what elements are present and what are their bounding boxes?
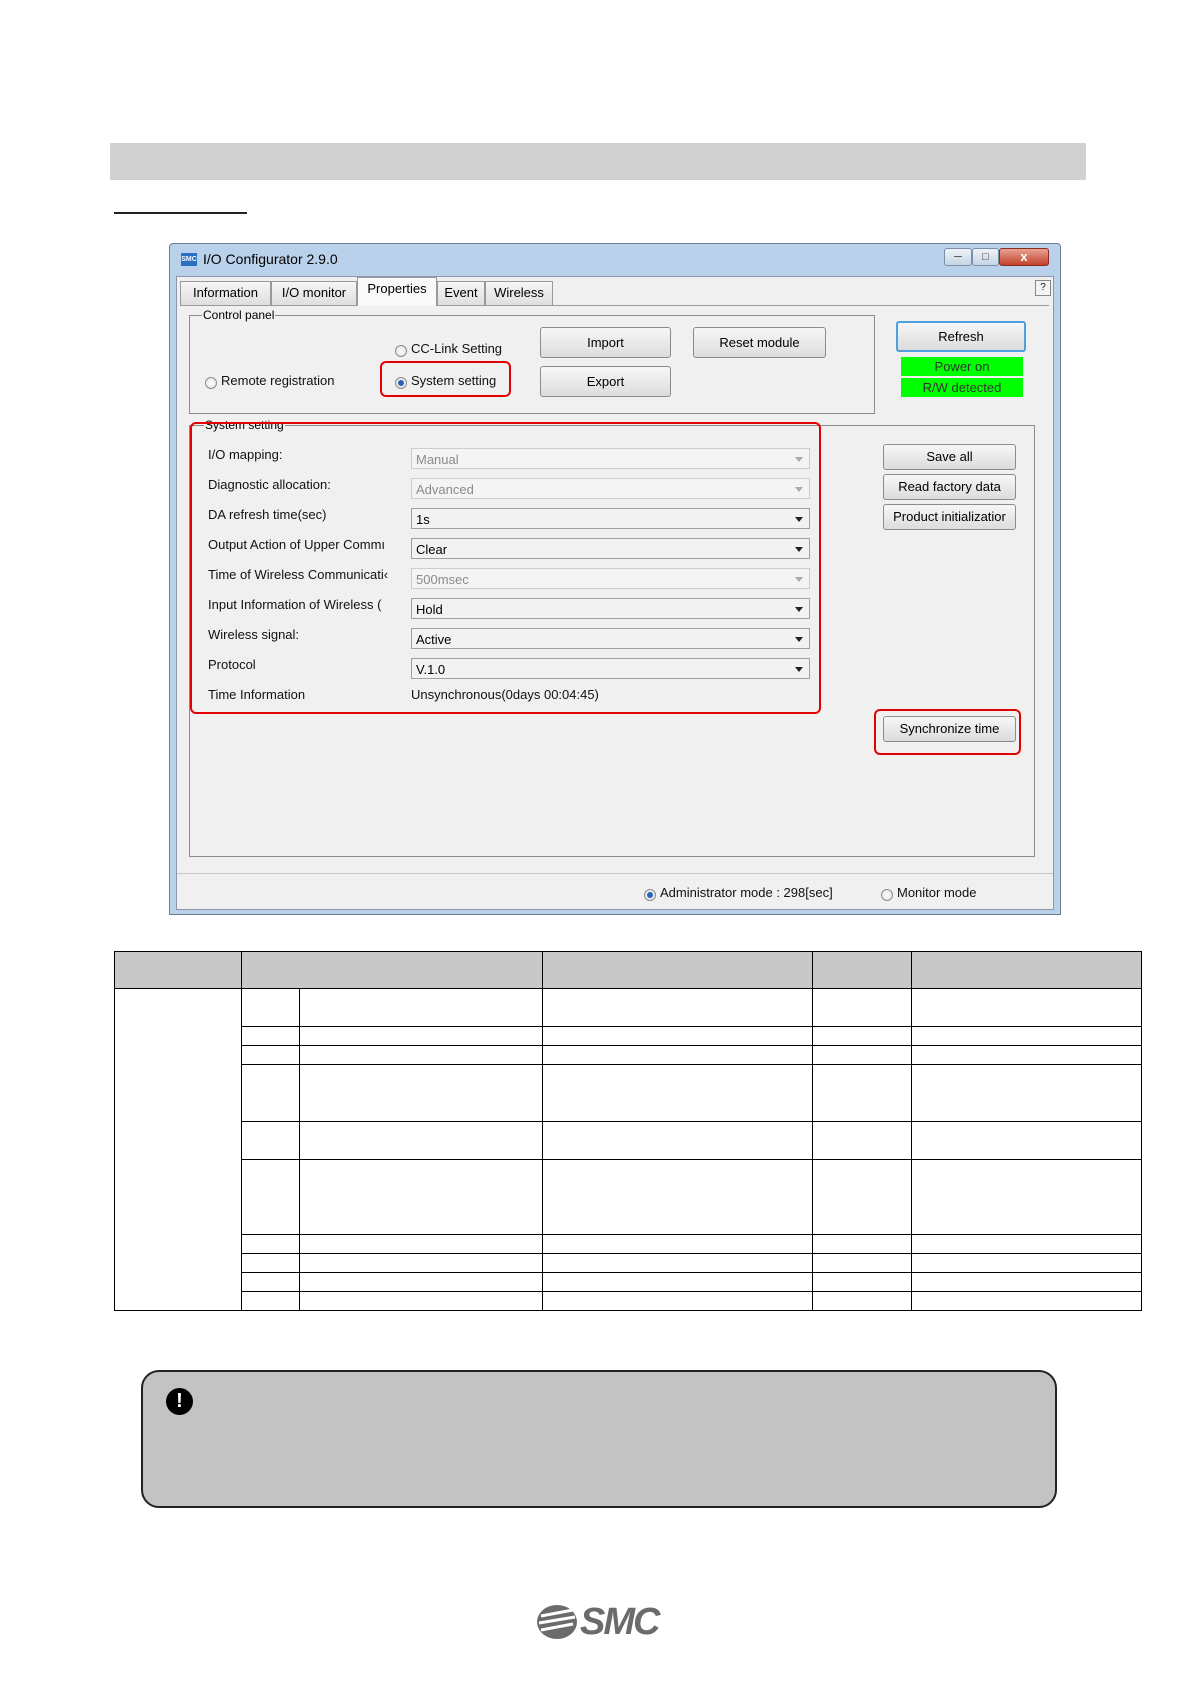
maximize-button[interactable]: □ xyxy=(972,248,999,266)
remote-registration-radio[interactable] xyxy=(205,377,217,389)
import-button[interactable]: Import xyxy=(540,327,671,358)
reset-module-button[interactable]: Reset module xyxy=(693,327,826,358)
monitor-mode-radio[interactable] xyxy=(881,889,893,901)
refresh-button[interactable]: Refresh xyxy=(896,321,1026,352)
help-button[interactable]: ? xyxy=(1035,280,1051,296)
table-row xyxy=(115,1234,1142,1254)
settings-table xyxy=(114,951,1142,1311)
app-logo-icon: SMC xyxy=(181,253,197,266)
table-header-cell xyxy=(541,951,814,989)
close-icon: x xyxy=(1020,249,1028,264)
status-indicators: Power on R/W detected xyxy=(901,357,1023,397)
cc-link-radio[interactable] xyxy=(395,345,407,357)
table-row xyxy=(114,988,1142,1311)
status-bar-divider xyxy=(177,873,1053,874)
administrator-mode-label: Administrator mode : 298[sec] xyxy=(660,885,833,900)
exclamation-icon: ! xyxy=(166,1388,193,1415)
tab-wireless[interactable]: Wireless xyxy=(485,281,553,305)
monitor-mode-label: Monitor mode xyxy=(897,885,977,900)
table-row xyxy=(115,1026,1142,1046)
save-all-button[interactable]: Save all xyxy=(883,444,1016,470)
section-heading-band xyxy=(110,143,1086,180)
highlight-system-setting-radio xyxy=(380,361,511,397)
table-row xyxy=(115,1045,1142,1065)
minimize-icon: ─ xyxy=(954,251,962,263)
cc-link-label: CC-Link Setting xyxy=(411,341,503,356)
table-header-cell xyxy=(911,951,1142,989)
tab-event[interactable]: Event xyxy=(437,281,485,305)
smc-logo: SMC xyxy=(535,1602,665,1642)
title-bar: SMC I/O Configurator 2.9.0 ─ □ x xyxy=(172,246,1058,274)
control-panel-group: Control panel CC-Link Setting Remote reg… xyxy=(189,308,875,414)
read-factory-data-button[interactable]: Read factory data xyxy=(883,474,1016,500)
table-cell xyxy=(114,988,242,1311)
highlight-synchronize-button xyxy=(874,709,1021,755)
product-initialization-button[interactable]: Product initializatior xyxy=(883,504,1016,530)
minimize-button[interactable]: ─ xyxy=(944,248,972,266)
table-row xyxy=(115,1159,1142,1235)
app-window: SMC I/O Configurator 2.9.0 ─ □ x Informa… xyxy=(169,243,1061,915)
tab-page-border xyxy=(180,305,1049,306)
close-button[interactable]: x xyxy=(999,248,1049,266)
table-row xyxy=(115,1253,1142,1273)
maximize-icon: □ xyxy=(982,251,989,263)
tab-properties[interactable]: Properties xyxy=(357,277,437,306)
power-status-badge: Power on xyxy=(901,357,1023,376)
export-button[interactable]: Export xyxy=(540,366,671,397)
caution-box: ! xyxy=(141,1370,1057,1508)
table-row xyxy=(115,1291,1142,1311)
client-area: Information I/O monitor Properties Event… xyxy=(176,276,1054,910)
smc-logo-mark-icon xyxy=(537,1605,577,1639)
table-header-row xyxy=(114,951,1142,989)
remote-registration-label: Remote registration xyxy=(221,373,335,388)
title-underline xyxy=(114,212,247,214)
rw-status-badge: R/W detected xyxy=(901,378,1023,397)
highlight-system-setting-fields xyxy=(190,422,821,714)
control-panel-legend: Control panel xyxy=(202,308,276,322)
window-title: I/O Configurator 2.9.0 xyxy=(203,251,338,267)
table-header-cell xyxy=(812,951,913,989)
table-row xyxy=(115,1272,1142,1292)
tab-information[interactable]: Information xyxy=(180,281,271,305)
tab-io-monitor[interactable]: I/O monitor xyxy=(271,281,357,305)
table-row xyxy=(115,1121,1142,1160)
smc-logo-text: SMC xyxy=(580,1601,660,1643)
table-header-cell xyxy=(114,951,242,989)
table-header-cell xyxy=(240,951,543,989)
administrator-mode-radio[interactable] xyxy=(644,889,656,901)
table-row xyxy=(115,1064,1142,1122)
